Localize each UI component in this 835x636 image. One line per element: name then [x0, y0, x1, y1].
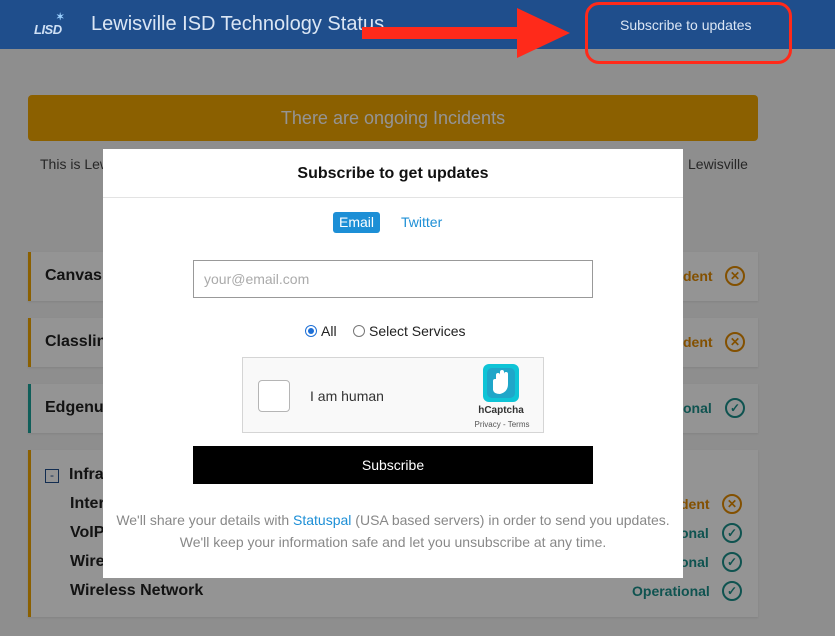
- highlight-outline: [585, 2, 792, 64]
- hcaptcha-widget: I am human hCaptcha Privacy - Terms: [242, 357, 544, 433]
- hcaptcha-logo-icon: [483, 364, 519, 402]
- tab-email[interactable]: Email: [333, 212, 381, 233]
- radio-label: All: [321, 323, 337, 339]
- statuspal-link[interactable]: Statuspal: [293, 512, 351, 528]
- subscribe-button[interactable]: Subscribe: [193, 446, 593, 484]
- captcha-label: I am human: [310, 388, 384, 404]
- radio-button[interactable]: [353, 325, 365, 337]
- arrow-annotation-icon: [362, 8, 570, 58]
- captcha-brand: hCaptcha: [478, 405, 524, 416]
- modal-title: Subscribe to get updates: [297, 165, 489, 182]
- captcha-privacy-terms-links[interactable]: Privacy - Terms: [465, 420, 539, 429]
- privacy-note: We'll share your details with Statuspal …: [103, 509, 683, 553]
- logo-text: LISD: [34, 22, 62, 37]
- radio-button-checked[interactable]: [305, 325, 317, 337]
- note-text: We'll keep your information safe and let…: [179, 534, 607, 550]
- site-title: Lewisville ISD Technology Status: [91, 13, 385, 35]
- radio-all[interactable]: All: [305, 323, 337, 339]
- email-field[interactable]: [193, 260, 593, 298]
- tab-twitter[interactable]: Twitter: [401, 214, 442, 230]
- radio-label: Select Services: [369, 323, 466, 339]
- divider: [103, 197, 683, 198]
- note-text: (USA based servers) in order to send you…: [351, 512, 670, 528]
- lisd-logo[interactable]: ✶ LISD: [34, 12, 70, 38]
- note-text: We'll share your details with: [116, 512, 294, 528]
- radio-select-services[interactable]: Select Services: [353, 323, 465, 339]
- subscribe-modal: Subscribe to get updates Email Twitter A…: [103, 149, 683, 578]
- captcha-checkbox[interactable]: [258, 380, 290, 412]
